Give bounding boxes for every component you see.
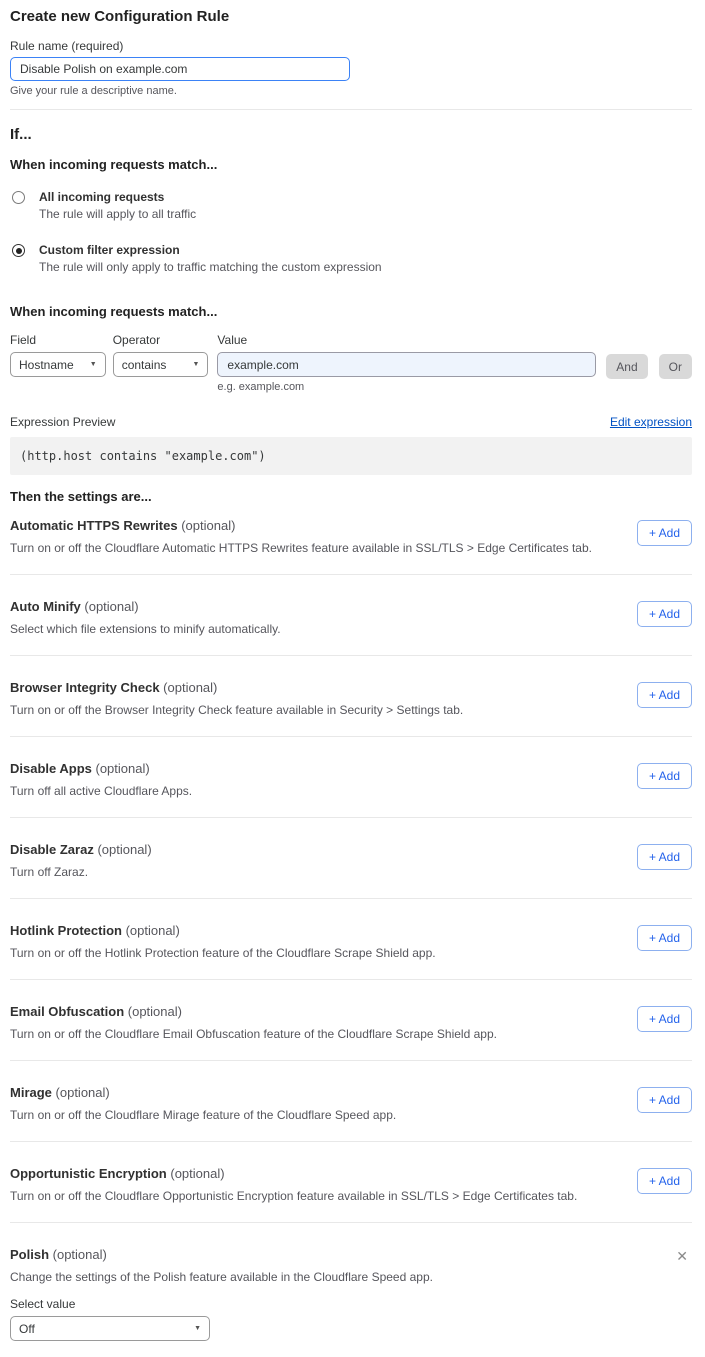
edit-expression-link[interactable]: Edit expression — [610, 415, 692, 429]
rule-name-help: Give your rule a descriptive name. — [10, 85, 692, 97]
setting-title: Opportunistic Encryption (optional) — [10, 1166, 577, 1181]
radio-option-all-incoming[interactable]: All incoming requests The rule will appl… — [10, 190, 692, 221]
add-button-auto-minify[interactable]: + Add — [637, 601, 692, 627]
setting-auto-minify: Auto Minify (optional) Select which file… — [10, 575, 692, 656]
setting-description: Change the settings of the Polish featur… — [10, 1270, 433, 1284]
value-label: Value — [217, 333, 596, 347]
polish-select-value: Off — [19, 1322, 35, 1336]
setting-title: Disable Apps (optional) — [10, 761, 192, 776]
add-button-hotlink-protection[interactable]: + Add — [637, 925, 692, 951]
chevron-down-icon: ▼ — [192, 361, 199, 368]
setting-description: Turn on or off the Cloudflare Automatic … — [10, 541, 592, 555]
setting-browser-integrity-check: Browser Integrity Check (optional) Turn … — [10, 656, 692, 737]
polish-value-select[interactable]: Off ▼ — [10, 1316, 210, 1341]
if-heading: If... — [10, 126, 692, 143]
operator-select[interactable]: contains ▼ — [113, 352, 209, 377]
setting-description: Turn off Zaraz. — [10, 865, 152, 879]
setting-description: Turn on or off the Cloudflare Mirage fea… — [10, 1108, 396, 1122]
expression-preview-label: Expression Preview — [10, 415, 115, 429]
or-button[interactable]: Or — [659, 354, 692, 379]
setting-description: Turn on or off the Browser Integrity Che… — [10, 703, 463, 717]
and-button[interactable]: And — [606, 354, 647, 379]
radio-label: Custom filter expression — [39, 243, 382, 257]
chevron-down-icon: ▼ — [194, 1325, 201, 1332]
add-button-disable-apps[interactable]: + Add — [637, 763, 692, 789]
setting-description: Turn off all active Cloudflare Apps. — [10, 784, 192, 798]
radio-description: The rule will only apply to traffic matc… — [39, 260, 382, 274]
expression-preview-code: (http.host contains "example.com") — [10, 437, 692, 475]
radio-description: The rule will apply to all traffic — [39, 207, 196, 221]
setting-hotlink-protection: Hotlink Protection (optional) Turn on or… — [10, 899, 692, 980]
setting-email-obfuscation: Email Obfuscation (optional) Turn on or … — [10, 980, 692, 1061]
setting-title: Hotlink Protection (optional) — [10, 923, 436, 938]
settings-list: Automatic HTTPS Rewrites (optional) Turn… — [10, 504, 692, 1223]
chevron-down-icon: ▼ — [90, 361, 97, 368]
setting-automatic-https-rewrites: Automatic HTTPS Rewrites (optional) Turn… — [10, 504, 692, 575]
setting-title: Disable Zaraz (optional) — [10, 842, 152, 857]
setting-title: Auto Minify (optional) — [10, 599, 281, 614]
setting-description: Turn on or off the Cloudflare Opportunis… — [10, 1189, 577, 1203]
field-label: Field — [10, 333, 106, 347]
radio-label: All incoming requests — [39, 190, 196, 204]
setting-title: Automatic HTTPS Rewrites (optional) — [10, 518, 592, 533]
add-button-mirage[interactable]: + Add — [637, 1087, 692, 1113]
create-configuration-rule-page: Create new Configuration Rule Rule name … — [0, 0, 705, 1357]
setting-opportunistic-encryption: Opportunistic Encryption (optional) Turn… — [10, 1142, 692, 1223]
expression-builder-heading: When incoming requests match... — [10, 304, 692, 319]
setting-mirage: Mirage (optional) Turn on or off the Clo… — [10, 1061, 692, 1142]
setting-description: Turn on or off the Hotlink Protection fe… — [10, 946, 436, 960]
setting-description: Select which file extensions to minify a… — [10, 622, 281, 636]
divider — [10, 109, 692, 110]
setting-description: Turn on or off the Cloudflare Email Obfu… — [10, 1027, 497, 1041]
setting-polish: Polish (optional) Change the settings of… — [10, 1223, 692, 1349]
add-button-browser-integrity-check[interactable]: + Add — [637, 682, 692, 708]
setting-title: Browser Integrity Check (optional) — [10, 680, 463, 695]
page-title: Create new Configuration Rule — [10, 8, 692, 25]
setting-title: Email Obfuscation (optional) — [10, 1004, 497, 1019]
close-icon[interactable]: ✕ — [674, 1247, 690, 1265]
add-button-opportunistic-encryption[interactable]: + Add — [637, 1168, 692, 1194]
rule-name-label: Rule name (required) — [10, 39, 692, 53]
setting-disable-zaraz: Disable Zaraz (optional) Turn off Zaraz.… — [10, 818, 692, 899]
operator-label: Operator — [113, 333, 209, 347]
setting-disable-apps: Disable Apps (optional) Turn off all act… — [10, 737, 692, 818]
polish-select-label: Select value — [10, 1297, 692, 1311]
radio-custom-filter-expression[interactable] — [12, 244, 25, 257]
field-select[interactable]: Hostname ▼ — [10, 352, 106, 377]
then-settings-heading: Then the settings are... — [10, 489, 692, 504]
rule-name-input[interactable] — [10, 57, 350, 81]
radio-option-custom-filter[interactable]: Custom filter expression The rule will o… — [10, 243, 692, 274]
add-button-email-obfuscation[interactable]: + Add — [637, 1006, 692, 1032]
add-button-automatic-https-rewrites[interactable]: + Add — [637, 520, 692, 546]
match-heading: When incoming requests match... — [10, 157, 692, 172]
radio-all-incoming-requests[interactable] — [12, 191, 25, 204]
field-select-value: Hostname — [19, 358, 74, 372]
add-button-disable-zaraz[interactable]: + Add — [637, 844, 692, 870]
value-input[interactable] — [217, 352, 596, 377]
value-help: e.g. example.com — [217, 381, 596, 393]
setting-title: Mirage (optional) — [10, 1085, 396, 1100]
expression-builder-row: Field Hostname ▼ Operator contains ▼ Val… — [10, 333, 692, 393]
operator-select-value: contains — [122, 358, 167, 372]
setting-title: Polish (optional) — [10, 1247, 433, 1262]
